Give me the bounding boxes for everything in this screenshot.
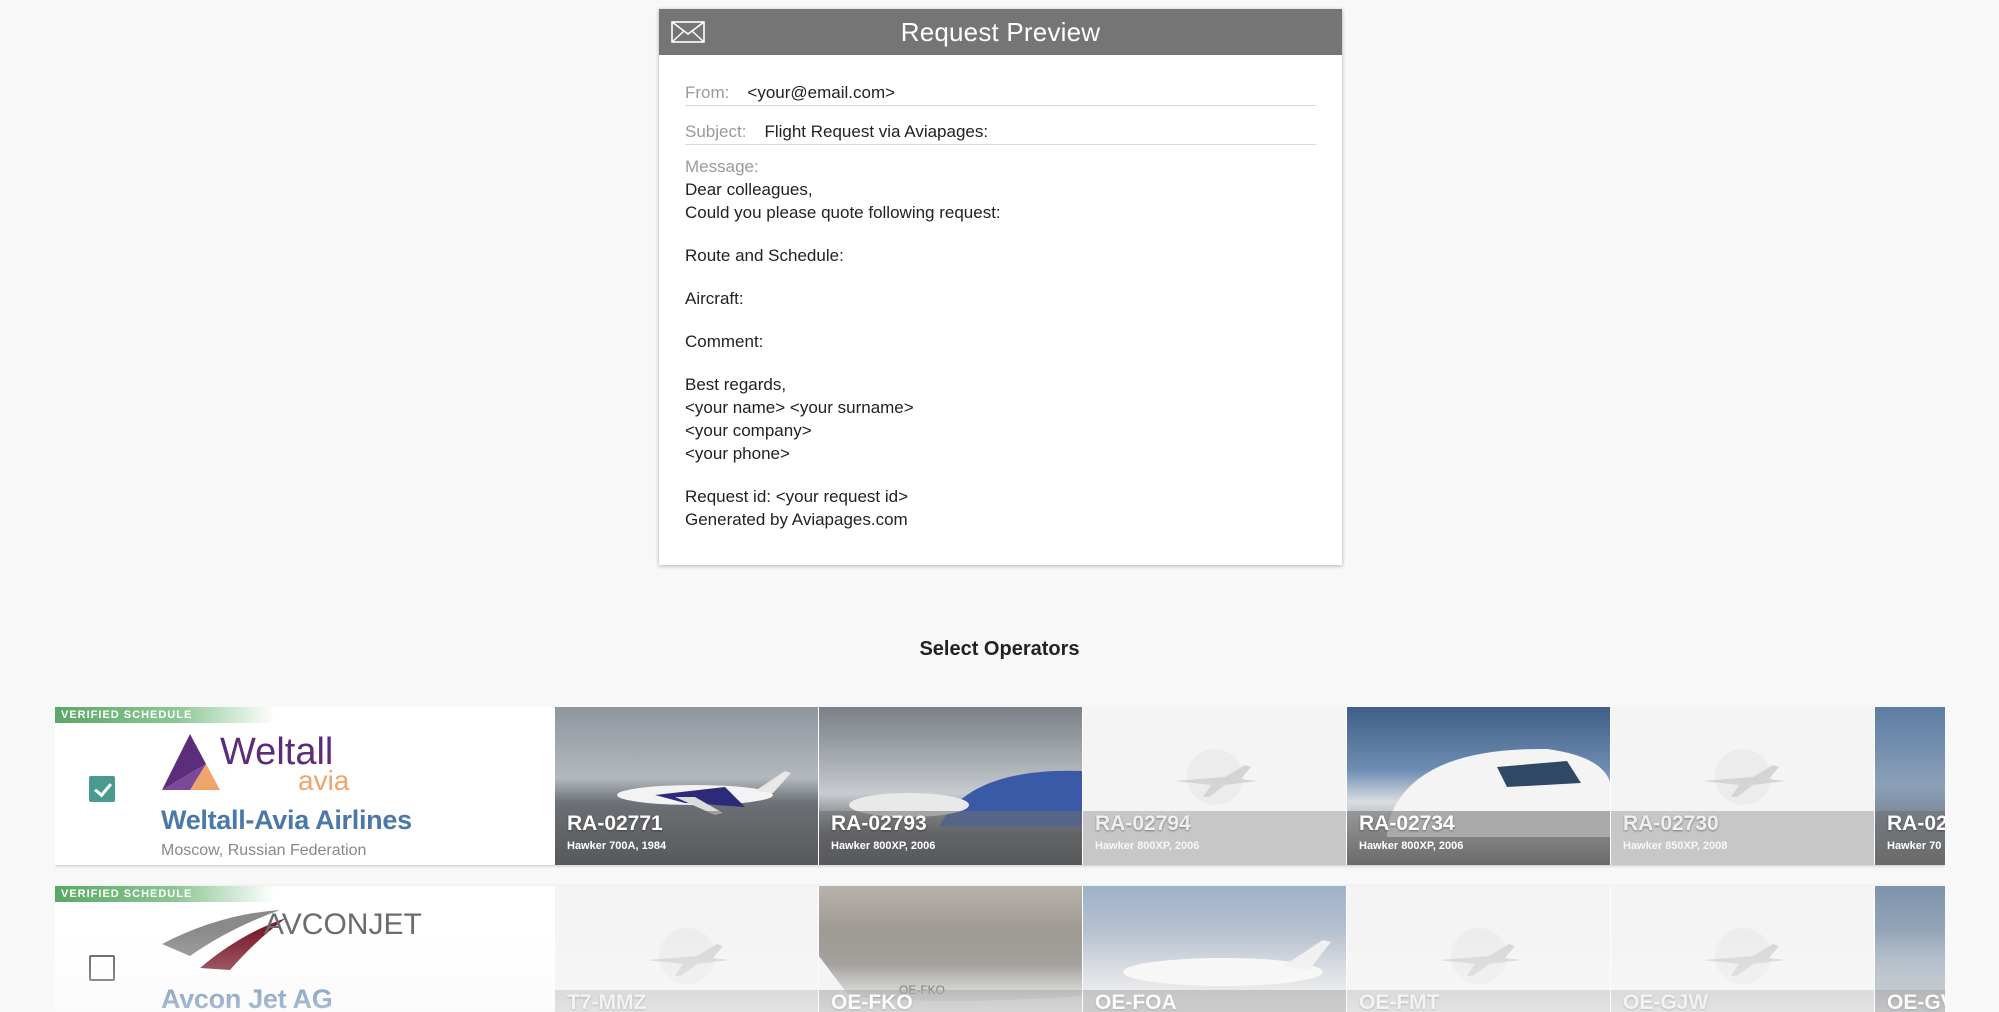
aircraft-registration: RA-02793 [831,812,927,835]
request-preview-header: Request Preview [659,9,1342,55]
aircraft-card[interactable]: RA-02730 Hawker 850XP, 2008 [1611,707,1875,865]
aircraft-model: Hawker 70 [1887,840,1942,852]
request-preview-title: Request Preview [900,16,1101,47]
svg-text:AVCONJET: AVCONJET [264,908,422,941]
operator-name[interactable]: Weltall-Avia Airlines [161,805,412,836]
operator-location: Moscow, Russian Federation [161,842,367,859]
aircraft-card[interactable]: RA-02771 Hawker 700A, 1984 [555,707,819,865]
aircraft-photo [617,771,791,815]
aircraft-card[interactable]: RA-02794 Hawker 800XP, 2006 [1083,707,1347,865]
verified-schedule-badge: VERIFIED SCHEDULE [55,707,275,723]
from-value[interactable]: <your@email.com> [747,81,895,104]
aircraft-strip: T7-MMZ OE-FKO OE-FKO OE-FOA [555,886,1945,1012]
aircraft-card[interactable]: T7-MMZ [555,886,819,1012]
message-line: <your company> [685,421,812,440]
aircraft-registration: OE-GJW [1623,991,1709,1012]
subject-field[interactable]: Subject: Flight Request via Aviapages: [685,116,1316,145]
aircraft-registration: RA-02734 [1359,812,1455,835]
aircraft-registration: OE-GV [1887,991,1945,1012]
weltall-avia-logo: Weltall avia [162,731,350,796]
aircraft-registration: OE-FOA [1095,991,1177,1012]
aircraft-card[interactable]: RA-02793 Hawker 800XP, 2006 [819,707,1083,865]
airplane-placeholder-icon [647,928,729,984]
aircraft-registration: RA-02 [1887,812,1945,835]
message-line: Request id: <your request id> [685,487,909,506]
request-preview-card: Request Preview From: <your@email.com> S… [659,9,1342,565]
message-line: Could you please quote following request… [685,203,1001,222]
aircraft-card[interactable]: OE-GJW [1611,886,1875,1012]
aircraft-registration: RA-02794 [1095,812,1191,835]
operator-checkbox[interactable] [89,955,115,981]
message-line: <your phone> [685,444,790,463]
aircraft-model: Hawker 700A, 1984 [567,840,667,852]
verified-schedule-badge: VERIFIED SCHEDULE [55,886,275,902]
aircraft-registration: RA-02771 [567,812,663,835]
avconjet-logo: AVCONJET [162,908,422,970]
request-preview-body: From: <your@email.com> Subject: Flight R… [659,55,1342,531]
airplane-placeholder-icon [1703,928,1785,984]
operators-list: VERIFIED SCHEDULE Weltall avia Weltall-A… [55,707,1945,1012]
airplane-placeholder-icon [1175,749,1257,805]
from-field[interactable]: From: <your@email.com> [685,77,1316,106]
aircraft-model: Hawker 800XP, 2006 [1359,840,1464,852]
aircraft-card[interactable]: OE-FMT [1347,886,1611,1012]
aircraft-card[interactable]: OE-FOA [1083,886,1347,1012]
subject-label: Subject: [685,122,747,141]
aircraft-model: Hawker 800XP, 2006 [831,840,936,852]
envelope-icon [671,21,705,43]
operator-row[interactable]: VERIFIED SCHEDULE AVCONJET Avcon Jet AG … [55,886,1945,1012]
message-line: Generated by Aviapages.com [685,510,908,529]
aircraft-strip: RA-02771 Hawker 700A, 1984 RA-02793 Hawk… [555,707,1945,865]
message-line: Route and Schedule: [685,246,844,265]
aircraft-registration: OE-FKO [831,991,913,1012]
message-label: Message: [685,157,759,176]
message-line: Comment: [685,332,764,351]
aircraft-card[interactable]: OE-GV [1875,886,1945,1012]
operator-info: VERIFIED SCHEDULE AVCONJET Avcon Jet AG [55,886,556,1012]
aircraft-card[interactable]: RA-02734 Hawker 800XP, 2006 [1347,707,1611,865]
message-line: Best regards, [685,375,787,394]
aircraft-card[interactable]: OE-FKO OE-FKO [819,886,1083,1012]
aircraft-card[interactable]: RA-02 Hawker 70 [1875,707,1945,865]
operator-name[interactable]: Avcon Jet AG [161,984,333,1012]
svg-text:avia: avia [298,765,350,796]
aircraft-model: Hawker 800XP, 2006 [1095,840,1200,852]
operator-checkbox[interactable] [89,776,115,802]
message-text[interactable]: Dear colleagues, Could you please quote … [685,178,1316,531]
message-line: Aircraft: [685,289,744,308]
aircraft-registration: RA-02730 [1623,812,1719,835]
subject-value[interactable]: Flight Request via Aviapages: [764,120,988,143]
select-operators-heading: Select Operators [919,638,1080,660]
message-line: Dear colleagues, [685,180,813,199]
aircraft-model: Hawker 850XP, 2008 [1623,840,1728,852]
aircraft-registration: T7-MMZ [567,991,647,1012]
message-line: <your name> <your surname> [685,398,914,417]
airplane-placeholder-icon [1703,749,1785,805]
airplane-placeholder-icon [1439,928,1521,984]
aircraft-registration: OE-FMT [1359,991,1440,1012]
operator-row[interactable]: VERIFIED SCHEDULE Weltall avia Weltall-A… [55,707,1945,865]
operator-info: VERIFIED SCHEDULE Weltall avia Weltall-A… [55,707,556,865]
from-label: From: [685,83,730,102]
